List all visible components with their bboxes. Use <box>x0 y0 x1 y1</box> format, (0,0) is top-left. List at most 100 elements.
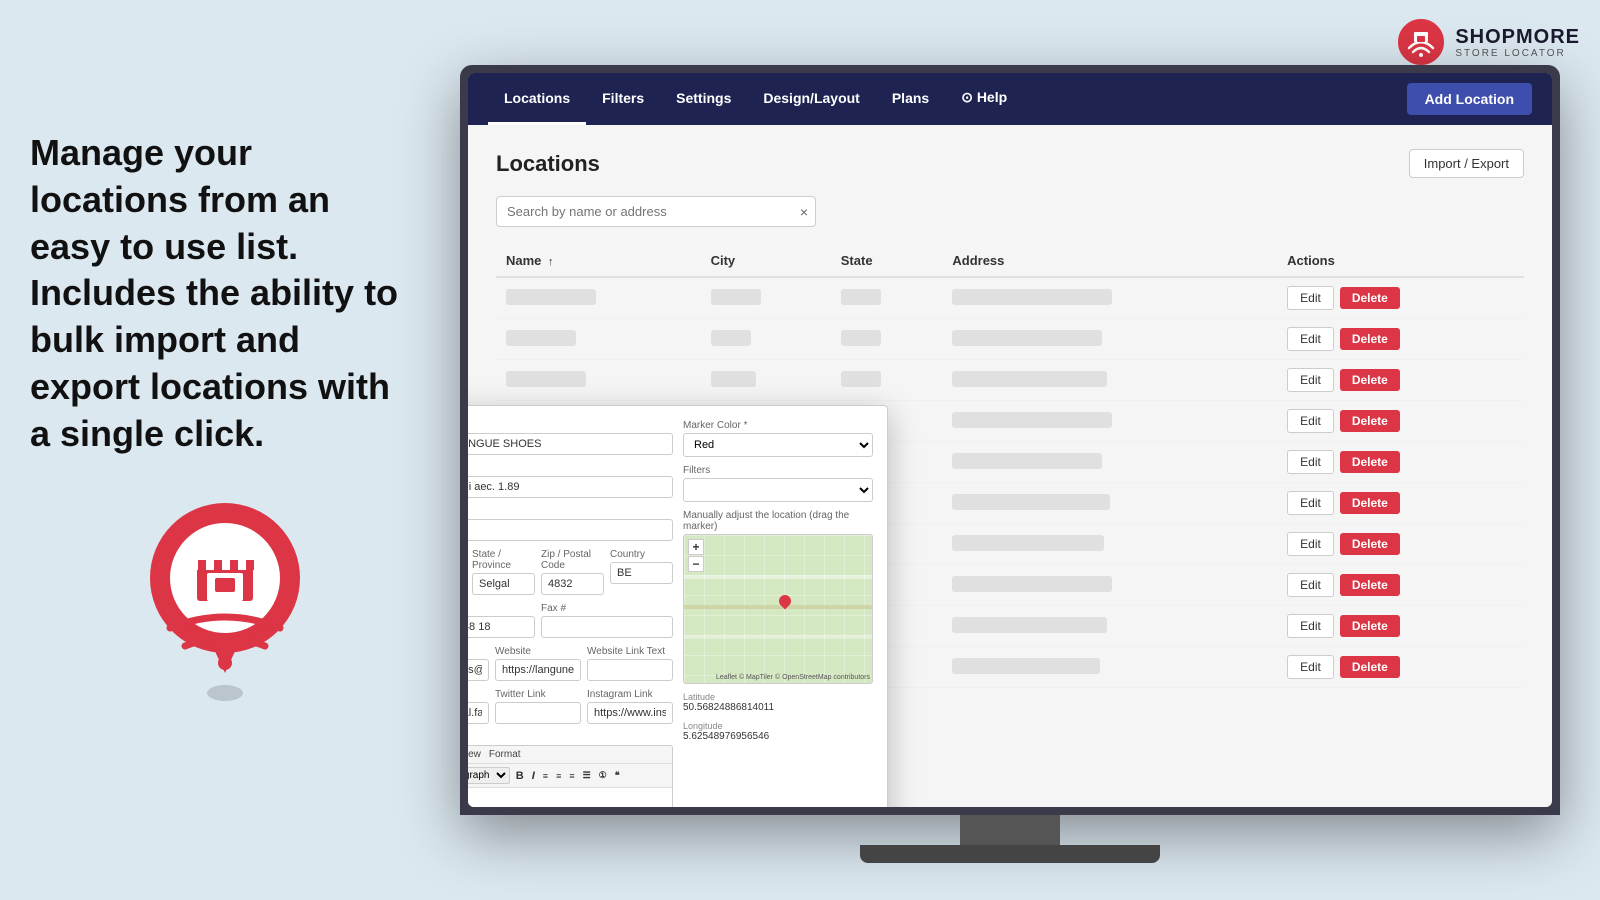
country-input[interactable] <box>610 562 673 584</box>
notes-editor: File Edit View Format ↩ ↪ <box>468 745 673 807</box>
map-adjust-group: Manually adjust the location (drag the m… <box>683 510 873 684</box>
website-input[interactable] <box>495 659 581 681</box>
map-container[interactable]: + − Leaflet © MapTiler © OpenStreetMap c… <box>683 534 873 684</box>
edit-button[interactable]: Edit <box>1287 409 1334 433</box>
search-bar-wrap: × <box>496 196 816 227</box>
name-label: Name * <box>468 420 673 431</box>
bold-btn[interactable]: B <box>514 770 526 782</box>
website-link-group: Website Link Text <box>587 646 673 681</box>
latitude-label: Latitude <box>683 692 873 702</box>
filters-select[interactable] <box>683 478 873 502</box>
instagram-input[interactable] <box>587 702 673 724</box>
col-name[interactable]: Name ↑ <box>496 245 701 277</box>
import-export-button[interactable]: Import / Export <box>1409 149 1524 178</box>
map-zoom-controls: + − <box>688 539 704 572</box>
address2-input[interactable] <box>468 519 673 541</box>
website-link-input[interactable] <box>587 659 673 681</box>
address-input[interactable] <box>468 476 673 498</box>
page-title: Locations <box>496 151 600 177</box>
col-state[interactable]: State <box>831 245 943 277</box>
edit-button[interactable]: Edit <box>1287 450 1334 474</box>
twitter-input[interactable] <box>495 702 581 724</box>
menu-view[interactable]: View <box>468 749 481 760</box>
email-input[interactable] <box>468 659 489 681</box>
blockquote-btn[interactable]: ❝ <box>613 770 622 781</box>
delete-button[interactable]: Delete <box>1340 451 1400 473</box>
cell-address <box>942 524 1277 565</box>
marker-color-select[interactable]: Red <box>683 433 873 457</box>
delete-button[interactable]: Delete <box>1340 410 1400 432</box>
delete-button[interactable]: Delete <box>1340 615 1400 637</box>
edit-button[interactable]: Edit <box>1287 573 1334 597</box>
filters-group: Filters <box>683 465 873 502</box>
form-right: Marker Color * Red Filters <box>683 420 873 807</box>
search-clear-icon[interactable]: × <box>800 204 808 220</box>
zoom-in-btn[interactable]: + <box>688 539 704 555</box>
list-btn[interactable]: ☰ <box>581 770 593 781</box>
zoom-out-btn[interactable]: − <box>688 556 704 572</box>
edit-button[interactable]: Edit <box>1287 655 1334 679</box>
edit-button[interactable]: Edit <box>1287 368 1334 392</box>
nav-filters[interactable]: Filters <box>586 73 660 125</box>
table-row: Edit Delete <box>496 360 1524 401</box>
zip-label: Zip / Postal Code <box>541 549 604 571</box>
phone-label: Phone # <box>468 603 535 614</box>
address2-field-group: Address 2 <box>468 506 673 541</box>
align-left-btn[interactable]: ≡ <box>541 771 550 781</box>
delete-button[interactable]: Delete <box>1340 533 1400 555</box>
nav-settings[interactable]: Settings <box>660 73 747 125</box>
nav-plans[interactable]: Plans <box>876 73 945 125</box>
align-center-btn[interactable]: ≡ <box>554 771 563 781</box>
filters-label: Filters <box>683 465 873 476</box>
monitor-area: Locations Filters Settings Design/Layout… <box>460 65 1560 855</box>
edit-form-popup: Name * Address Address 2 <box>468 405 888 807</box>
edit-button[interactable]: Edit <box>1287 327 1334 351</box>
fax-input[interactable] <box>541 616 673 638</box>
cell-state <box>831 277 943 319</box>
state-label: State / Province <box>472 549 535 571</box>
align-right-btn[interactable]: ≡ <box>567 771 576 781</box>
nav-locations[interactable]: Locations <box>488 73 586 125</box>
delete-button[interactable]: Delete <box>1340 328 1400 350</box>
email-label: Email <box>468 646 489 657</box>
zip-group: Zip / Postal Code <box>541 549 604 595</box>
cell-city <box>701 360 831 401</box>
delete-button[interactable]: Delete <box>1340 656 1400 678</box>
editor-content[interactable] <box>468 788 672 807</box>
delete-button[interactable]: Delete <box>1340 574 1400 596</box>
monitor-frame: Locations Filters Settings Design/Layout… <box>460 65 1560 815</box>
cell-state <box>831 360 943 401</box>
website-label: Website <box>495 646 581 657</box>
delete-button[interactable]: Delete <box>1340 369 1400 391</box>
address-label: Address <box>468 463 673 474</box>
nav-design-layout[interactable]: Design/Layout <box>747 73 875 125</box>
phone-input[interactable] <box>468 616 535 638</box>
name-input[interactable] <box>468 433 673 455</box>
menu-format[interactable]: Format <box>489 749 521 760</box>
nav-help[interactable]: ⊙ Help <box>945 73 1023 125</box>
edit-button[interactable]: Edit <box>1287 614 1334 638</box>
facebook-input[interactable] <box>468 702 489 724</box>
col-address[interactable]: Address <box>942 245 1277 277</box>
paragraph-select[interactable]: Paragraph <box>468 767 510 784</box>
name-field-group: Name * <box>468 420 673 455</box>
state-input[interactable] <box>472 573 535 595</box>
cell-state <box>831 319 943 360</box>
edit-button[interactable]: Edit <box>1287 532 1334 556</box>
monitor-stand <box>460 815 1560 863</box>
notes-label: Notes <box>468 732 673 743</box>
italic-btn[interactable]: I <box>530 770 537 782</box>
zip-input[interactable] <box>541 573 604 595</box>
country-label: Country <box>610 549 673 560</box>
edit-button[interactable]: Edit <box>1287 286 1334 310</box>
add-location-button[interactable]: Add Location <box>1407 83 1532 115</box>
delete-button[interactable]: Delete <box>1340 492 1400 514</box>
editor-menubar: File Edit View Format <box>468 746 672 764</box>
ordered-list-btn[interactable]: ① <box>597 770 609 781</box>
col-city[interactable]: City <box>701 245 831 277</box>
delete-button[interactable]: Delete <box>1340 287 1400 309</box>
edit-button[interactable]: Edit <box>1287 491 1334 515</box>
cell-actions: Edit Delete <box>1277 319 1524 360</box>
search-input[interactable] <box>496 196 816 227</box>
city-state-row: City State / Province Zip / Postal Code <box>468 549 673 603</box>
